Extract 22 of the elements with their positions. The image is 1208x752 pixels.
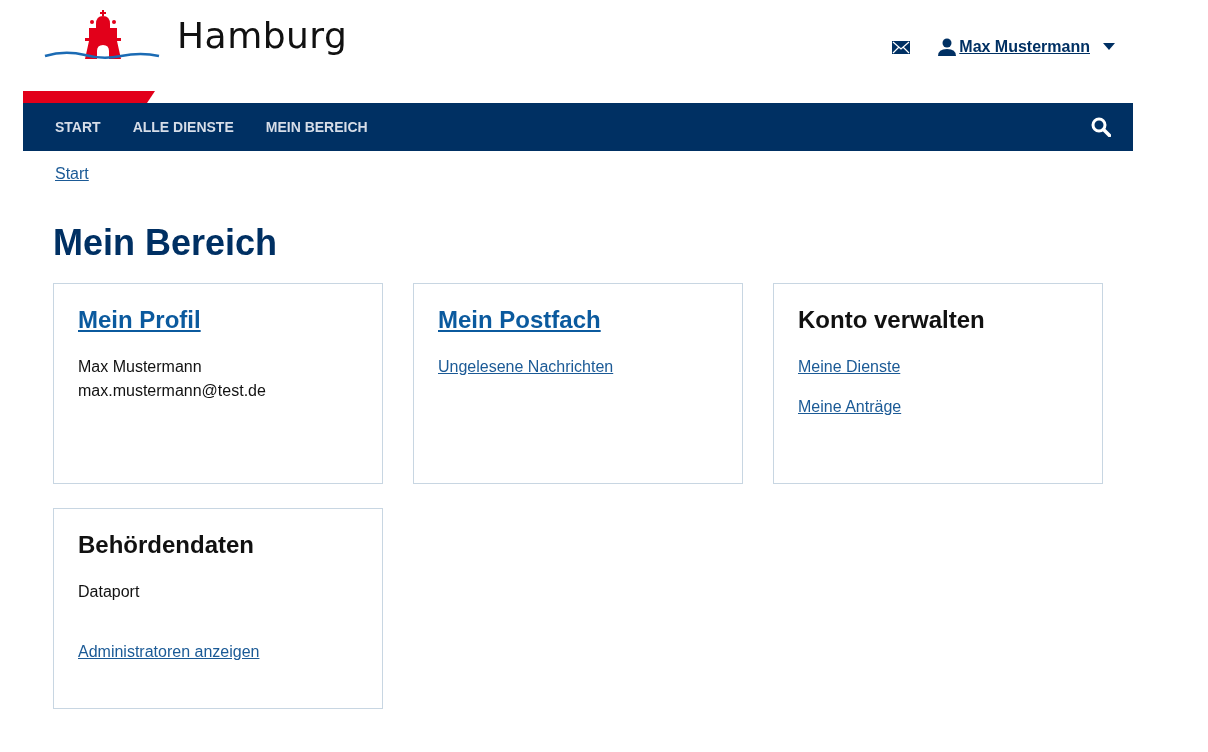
mail-icon[interactable] [892,40,911,54]
card-title-link[interactable]: Mein Postfach [438,305,718,335]
card-text: max.mustermann@test.de [78,381,267,401]
user-icon [938,38,957,56]
card-title: Konto verwalten [798,305,986,335]
card-title: Behördendaten [78,530,255,560]
nav-item[interactable]: ALLE DIENSTE [132,119,234,135]
search-icon[interactable] [1091,117,1111,137]
nav-item[interactable]: START [55,119,101,135]
breadcrumb-link[interactable]: Start [55,165,89,183]
logo-text: Hamburg [177,14,348,56]
card-text: Dataport [78,582,141,602]
card-link[interactable]: Administratoren anzeigen [78,640,260,664]
card-link[interactable]: Meine Dienste [798,355,901,379]
card-title-link[interactable]: Mein Profil [78,305,358,335]
card-link[interactable]: Ungelesene Nachrichten [438,355,614,379]
caret-icon[interactable] [1103,43,1115,51]
nav-item[interactable]: MEIN BEREICH [265,119,368,135]
page-title: Mein Bereich [53,221,279,265]
user-menu-link[interactable]: Max Mustermann [959,38,1094,56]
card-link[interactable]: Meine Anträge [798,395,902,419]
card-text: Max Mustermann [78,357,203,377]
